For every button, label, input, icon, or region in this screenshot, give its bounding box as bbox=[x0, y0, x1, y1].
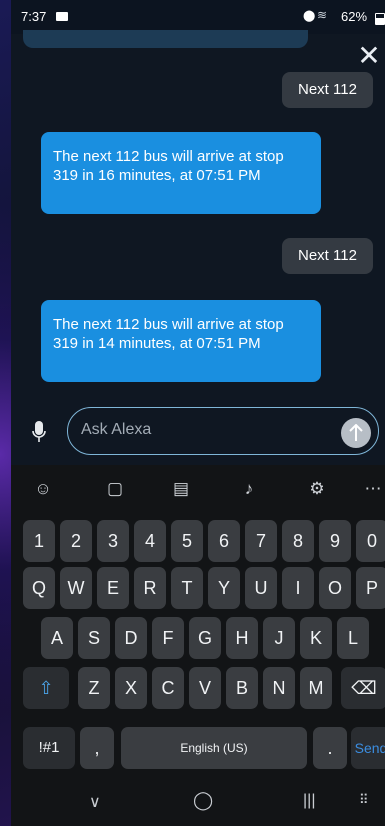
key-h[interactable]: H bbox=[226, 617, 258, 659]
user-message: Next 112 bbox=[282, 72, 373, 108]
backspace-icon[interactable]: ⌫ bbox=[341, 667, 385, 709]
key-x[interactable]: X bbox=[115, 667, 147, 709]
key-o[interactable]: O bbox=[319, 567, 351, 609]
send-key[interactable]: Send bbox=[351, 727, 385, 769]
settings-icon[interactable]: ⚙ bbox=[307, 479, 327, 499]
key-p[interactable]: P bbox=[356, 567, 385, 609]
key-3[interactable]: 3 bbox=[97, 520, 129, 562]
key-8[interactable]: 8 bbox=[282, 520, 314, 562]
sticker-icon[interactable]: ▤ bbox=[171, 479, 191, 499]
key-2[interactable]: 2 bbox=[60, 520, 92, 562]
key-7[interactable]: 7 bbox=[245, 520, 277, 562]
key-0[interactable]: 0 bbox=[356, 520, 385, 562]
key-5[interactable]: 5 bbox=[171, 520, 203, 562]
back-nav-icon[interactable]: ∨ bbox=[89, 792, 101, 812]
input-placeholder: Ask Alexa bbox=[81, 421, 152, 438]
key-z[interactable]: Z bbox=[78, 667, 110, 709]
key-1[interactable]: 1 bbox=[23, 520, 55, 562]
key-m[interactable]: M bbox=[300, 667, 332, 709]
close-icon[interactable]: ✕ bbox=[355, 42, 383, 70]
keyboard-toolbar: ☺ ▢ ▤ ♪ ⚙ ⋯ bbox=[11, 465, 385, 515]
key-v[interactable]: V bbox=[189, 667, 221, 709]
location-icon: ⬤ bbox=[303, 10, 316, 22]
key-4[interactable]: 4 bbox=[134, 520, 166, 562]
send-arrow-icon bbox=[349, 424, 363, 441]
previous-message-partial bbox=[23, 30, 308, 48]
key-k[interactable]: K bbox=[300, 617, 332, 659]
key-f[interactable]: F bbox=[152, 617, 184, 659]
key-g[interactable]: G bbox=[189, 617, 221, 659]
key-a[interactable]: A bbox=[41, 617, 73, 659]
send-button[interactable] bbox=[341, 418, 371, 448]
comma-key[interactable]: , bbox=[80, 727, 114, 769]
recents-nav-icon[interactable]: ||| bbox=[303, 792, 315, 810]
key-s[interactable]: S bbox=[78, 617, 110, 659]
key-6[interactable]: 6 bbox=[208, 520, 240, 562]
voice-icon[interactable]: ♪ bbox=[239, 479, 259, 499]
key-i[interactable]: I bbox=[282, 567, 314, 609]
input-bar: Ask Alexa bbox=[11, 400, 385, 462]
navigation-bar: ∨ ◯ ||| ⠿ bbox=[11, 780, 385, 826]
status-bar: 7:37 ⬤ ≋ 62% bbox=[11, 0, 385, 34]
period-key[interactable]: . bbox=[313, 727, 347, 769]
key-u[interactable]: U bbox=[245, 567, 277, 609]
key-t[interactable]: T bbox=[171, 567, 203, 609]
wifi-signal-icon: ≋ bbox=[317, 8, 328, 22]
keyboard: ☺ ▢ ▤ ♪ ⚙ ⋯ 1 2 3 4 5 6 7 8 9 0 Q W E R … bbox=[11, 465, 385, 826]
emoji-icon[interactable]: ☺ bbox=[33, 479, 53, 499]
key-q[interactable]: Q bbox=[23, 567, 55, 609]
key-e[interactable]: E bbox=[97, 567, 129, 609]
clipboard-icon[interactable]: ▢ bbox=[105, 479, 125, 499]
shift-icon[interactable]: ⇧ bbox=[23, 667, 69, 709]
key-9[interactable]: 9 bbox=[319, 520, 351, 562]
home-nav-icon[interactable]: ◯ bbox=[193, 790, 213, 811]
key-r[interactable]: R bbox=[134, 567, 166, 609]
key-w[interactable]: W bbox=[60, 567, 92, 609]
mic-icon[interactable] bbox=[31, 420, 47, 444]
key-y[interactable]: Y bbox=[208, 567, 240, 609]
key-d[interactable]: D bbox=[115, 617, 147, 659]
battery-percent: 62% bbox=[341, 9, 368, 24]
user-message: Next 112 bbox=[282, 238, 373, 274]
alexa-message: The next 112 bus will arrive at stop 319… bbox=[41, 132, 321, 214]
key-j[interactable]: J bbox=[263, 617, 295, 659]
keyboard-switch-icon[interactable]: ⠿ bbox=[359, 792, 369, 808]
more-icon[interactable]: ⋯ bbox=[363, 479, 383, 499]
space-key[interactable]: English (US) bbox=[121, 727, 307, 769]
alexa-app: 7:37 ⬤ ≋ 62% ✕ Next 112 The next 112 bus… bbox=[11, 0, 385, 826]
battery-icon bbox=[375, 13, 385, 25]
key-c[interactable]: C bbox=[152, 667, 184, 709]
key-n[interactable]: N bbox=[263, 667, 295, 709]
gallery-notification-icon bbox=[56, 12, 68, 21]
key-l[interactable]: L bbox=[337, 617, 369, 659]
alexa-message: The next 112 bus will arrive at stop 319… bbox=[41, 300, 321, 382]
symbols-key[interactable]: !#1 bbox=[23, 727, 75, 769]
status-time: 7:37 bbox=[21, 9, 47, 24]
key-b[interactable]: B bbox=[226, 667, 258, 709]
